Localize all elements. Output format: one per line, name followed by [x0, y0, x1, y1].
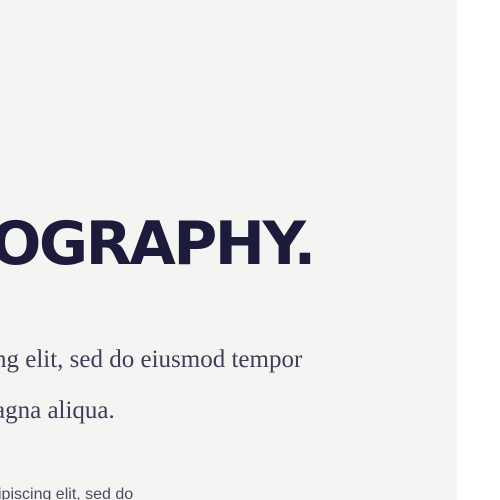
content-panel: TOGRAPHY. ng elit, sed do eiusmod tempor…: [0, 0, 457, 500]
secondary-paragraph: ipiscing elit, sed do: [0, 486, 134, 500]
page: TOGRAPHY. ng elit, sed do eiusmod tempor…: [0, 0, 500, 500]
hero-paragraph-line-2: agna aliqua.: [0, 397, 115, 424]
hero-paragraph: ng elit, sed do eiusmod tempor agna aliq…: [0, 334, 302, 436]
hero-heading: TOGRAPHY.: [0, 209, 316, 279]
hero-paragraph-line-1: ng elit, sed do eiusmod tempor: [0, 346, 303, 373]
